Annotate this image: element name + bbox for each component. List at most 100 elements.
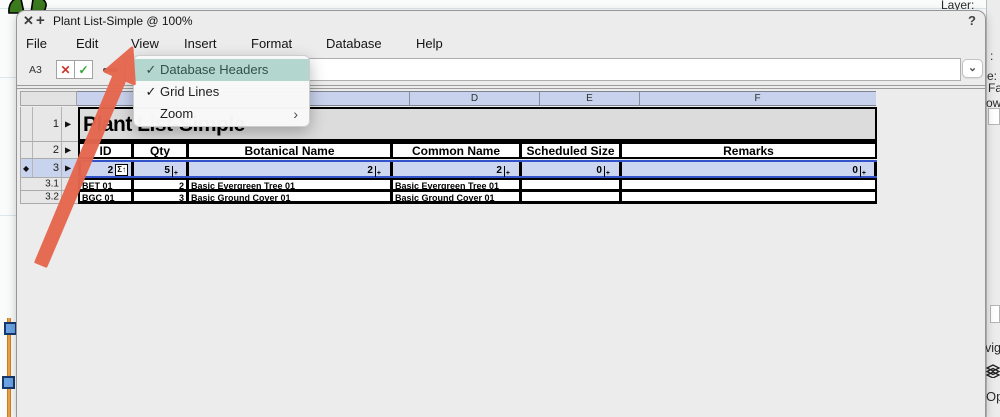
checkmark-icon: ✓ — [143, 81, 159, 103]
cell-divider — [186, 162, 189, 176]
row-header-divider — [61, 178, 62, 190]
window-titlebar[interactable]: ✕ + Plant List-Simple @ 100% ? — [17, 11, 985, 31]
menu-item-label: Grid Lines — [160, 81, 219, 103]
cell-botanical[interactable]: Basic Ground Cover 01 — [189, 192, 390, 201]
row-header-divider — [61, 107, 62, 141]
selected-row-diamond-icon: ◆ — [23, 164, 29, 173]
help-icon[interactable]: ? — [968, 13, 976, 28]
table-row[interactable]: BET 01 2 Basic Evergreen Tree 01 Basic E… — [78, 178, 877, 191]
cell-common[interactable]: Basic Ground Cover 01 — [393, 192, 519, 201]
header-cell-qty[interactable]: Qty — [134, 144, 186, 157]
row-number: 2 — [33, 144, 59, 156]
summary-value: 0 — [852, 165, 858, 176]
summary-cell-e3[interactable]: 0 + — [528, 163, 610, 176]
column-header-f[interactable]: F — [640, 92, 875, 105]
layers-icon[interactable] — [986, 364, 1000, 378]
table-header-row[interactable]: ID Qty Botanical Name Common Name Schedu… — [78, 142, 877, 159]
cell-id[interactable]: BGC 01 — [80, 192, 131, 201]
row-header-divider — [61, 191, 62, 203]
row-expander-icon[interactable]: ▶ — [65, 146, 71, 155]
panel-fragment: Op — [986, 389, 1000, 404]
cell-size[interactable] — [522, 192, 619, 201]
plus-marker-icon[interactable]: + — [375, 166, 381, 177]
summary-cell-d3[interactable]: 2 + — [398, 163, 510, 176]
menu-item-zoom[interactable]: Zoom › — [134, 103, 309, 125]
panel-fragment: : — [990, 49, 993, 63]
plus-marker-icon[interactable]: + — [504, 166, 510, 177]
database-header-row-selected[interactable]: 2 Σ↑ 5 + 2 + 2 + 0 + 0 + — [78, 160, 877, 178]
sum-tool-icon[interactable] — [103, 68, 118, 72]
corner-header-cell[interactable] — [20, 91, 77, 106]
summary-value: 5 — [164, 165, 170, 176]
menu-item-label: Zoom — [160, 103, 193, 125]
close-icon[interactable]: ✕ — [23, 11, 34, 31]
header-cell-remarks[interactable]: Remarks — [622, 144, 875, 157]
row-number: 3.2 — [33, 192, 59, 203]
row-header-divider — [61, 159, 62, 177]
menu-view[interactable]: View — [131, 31, 159, 55]
summary-cell-c3[interactable]: 2 + — [196, 163, 381, 176]
cell-divider — [78, 162, 81, 176]
column-header-e[interactable]: E — [540, 92, 639, 105]
cell-divider — [519, 162, 522, 176]
screenshot-canvas: Layer: : e: Fa ow vig Op ✕ + Plant List-… — [0, 0, 1000, 417]
cell-divider — [390, 162, 393, 176]
summary-value: 2 — [496, 165, 502, 176]
cell-reference: A3 — [29, 64, 42, 76]
cell-divider — [131, 162, 134, 176]
plus-marker-icon[interactable]: + — [172, 166, 178, 177]
summary-value: 2 — [367, 165, 373, 176]
cell-id[interactable]: BET 01 — [80, 180, 131, 189]
view-menu-dropdown: ✓ Database Headers ✓ Grid Lines Zoom › — [133, 55, 310, 127]
chevron-down-icon[interactable]: ⌄ — [962, 59, 983, 78]
sum-sort-icon[interactable]: Σ↑ — [115, 164, 128, 176]
row-header-divider — [61, 142, 62, 158]
cell-divider — [874, 162, 877, 176]
menu-help[interactable]: Help — [416, 31, 443, 55]
add-icon[interactable]: + — [36, 11, 45, 31]
cell-remarks[interactable] — [622, 192, 875, 201]
cell-botanical[interactable]: Basic Evergreen Tree 01 — [189, 180, 390, 189]
menu-format[interactable]: Format — [251, 31, 292, 55]
panel-input-partial[interactable] — [990, 305, 1000, 323]
selection-handle[interactable] — [2, 376, 15, 389]
row-number: 3.1 — [33, 179, 59, 190]
table-row[interactable]: BGC 01 3 Basic Ground Cover 01 Basic Gro… — [78, 191, 877, 204]
summary-cell-a3[interactable]: 2 Σ↑ — [84, 163, 128, 176]
header-cell-botanical[interactable]: Botanical Name — [189, 144, 390, 157]
window-title: Plant List-Simple @ 100% — [53, 11, 193, 32]
drawing-grid-line — [0, 8, 1000, 9]
header-cell-common[interactable]: Common Name — [393, 144, 519, 157]
summary-value: 2 — [108, 165, 114, 176]
header-cell-id[interactable]: ID — [80, 144, 131, 157]
accept-entry-button[interactable]: ✓ — [74, 60, 93, 79]
menu-item-grid-lines[interactable]: ✓ Grid Lines — [134, 81, 309, 103]
summary-cell-b3[interactable]: 5 + — [136, 163, 178, 176]
column-header-d[interactable]: D — [410, 92, 539, 105]
menu-file[interactable]: File — [26, 31, 47, 55]
cell-qty[interactable]: 2 — [134, 180, 186, 189]
row-expander-icon[interactable]: ▶ — [65, 120, 71, 129]
menu-database[interactable]: Database — [326, 31, 382, 55]
panel-fragment: vig — [985, 341, 1000, 355]
plus-marker-icon[interactable]: + — [860, 166, 866, 177]
row-number: 3 — [33, 162, 59, 174]
summary-cell-f3[interactable]: 0 + — [628, 163, 866, 176]
submenu-chevron-icon: › — [293, 103, 298, 125]
cancel-entry-button[interactable]: ✕ — [56, 60, 75, 79]
plus-marker-icon[interactable]: + — [604, 166, 610, 177]
row-expander-icon[interactable]: ▶ — [65, 164, 71, 173]
checkmark-icon: ✓ — [143, 59, 159, 81]
cell-common[interactable]: Basic Evergreen Tree 01 — [393, 180, 519, 189]
menu-edit[interactable]: Edit — [76, 31, 98, 55]
cell-qty[interactable]: 3 — [134, 192, 186, 201]
cell-remarks[interactable] — [622, 180, 875, 189]
row-number: 1 — [33, 118, 59, 130]
header-cell-size[interactable]: Scheduled Size — [522, 144, 619, 157]
menu-item-label: Database Headers — [160, 59, 268, 81]
summary-value: 0 — [596, 165, 602, 176]
cell-size[interactable] — [522, 180, 619, 189]
panel-input-partial[interactable] — [988, 108, 1000, 125]
menu-insert[interactable]: Insert — [184, 31, 217, 55]
menu-item-database-headers[interactable]: ✓ Database Headers — [134, 59, 309, 81]
